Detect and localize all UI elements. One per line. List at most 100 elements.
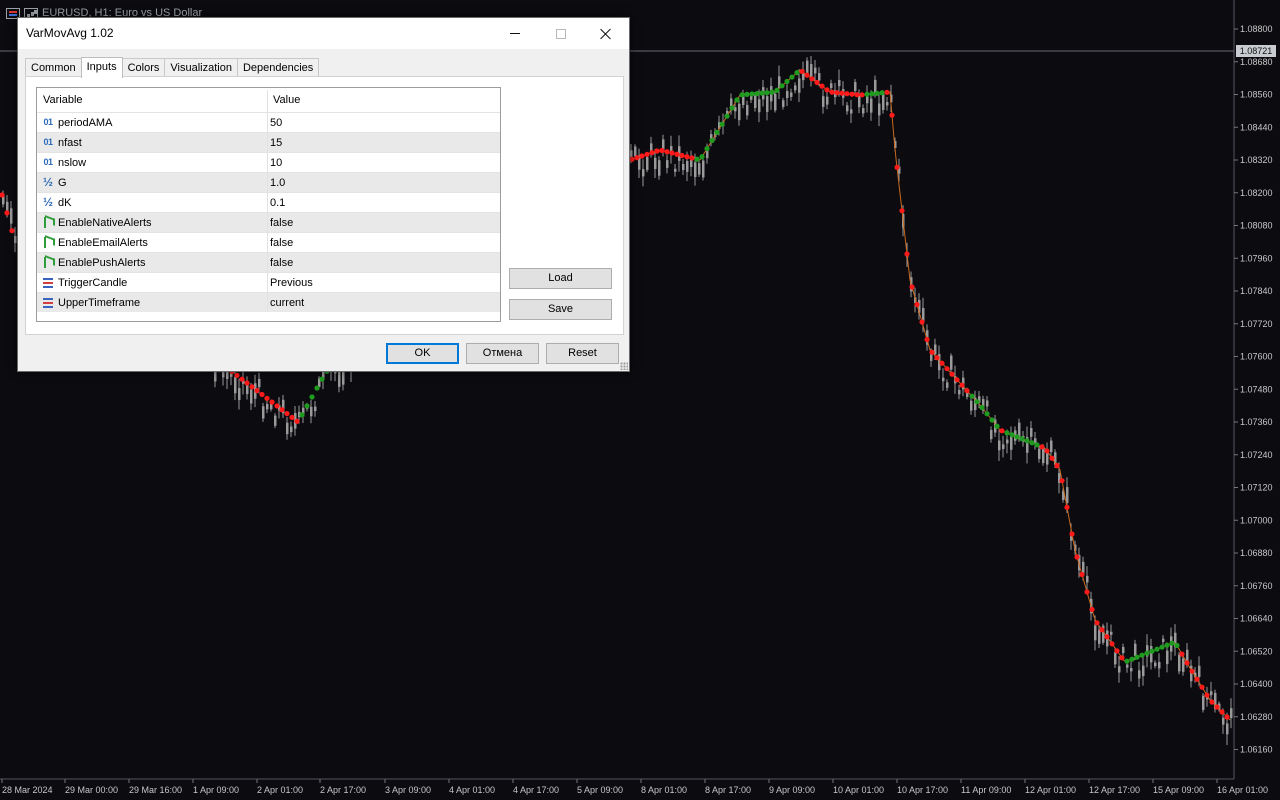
candle-body <box>794 85 797 91</box>
indicator-dot <box>1129 656 1135 662</box>
input-value[interactable]: false <box>270 217 293 229</box>
input-row[interactable]: ½ G 1.0 <box>37 172 500 192</box>
indicator-dot <box>959 382 965 388</box>
bool-flag-icon <box>41 256 55 269</box>
tab-visualization[interactable]: Visualization <box>164 58 238 77</box>
indicator-dot <box>239 376 245 382</box>
candle-body <box>1202 695 1205 710</box>
candle-body <box>1230 708 1233 719</box>
load-button[interactable]: Load <box>509 268 612 289</box>
candle-body <box>738 103 741 121</box>
bool-flag-icon <box>41 216 55 229</box>
input-variable-name: EnableEmailAlerts <box>58 237 148 249</box>
input-value[interactable]: 0.1 <box>270 197 285 209</box>
input-value[interactable]: Previous <box>270 277 313 289</box>
input-value[interactable]: 50 <box>270 117 282 129</box>
candle-body <box>1158 661 1161 669</box>
candle-body <box>1122 646 1125 654</box>
candle-body <box>694 162 697 178</box>
candle-body <box>838 80 841 87</box>
indicator-dot <box>1174 642 1180 649</box>
candle-body <box>806 60 809 74</box>
input-row[interactable]: EnablePushAlerts false <box>37 252 500 272</box>
input-value[interactable]: false <box>270 237 293 249</box>
price-axis-label: 1.06280 <box>1240 712 1273 722</box>
bool-flag-icon <box>41 236 55 249</box>
candle-body <box>310 406 313 417</box>
input-row[interactable]: TriggerCandle Previous <box>37 272 500 292</box>
time-axis-label: 12 Apr 01:00 <box>1025 785 1076 795</box>
input-row[interactable]: EnableEmailAlerts false <box>37 232 500 252</box>
candle-body <box>1138 670 1141 679</box>
indicator-dot <box>9 228 15 234</box>
time-axis-label: 10 Apr 01:00 <box>833 785 884 795</box>
indicator-dot <box>1119 655 1125 661</box>
resize-grip-icon[interactable] <box>620 362 628 370</box>
indicator-dot <box>844 91 850 97</box>
input-value[interactable]: current <box>270 297 304 309</box>
indicator-dot <box>1224 714 1230 720</box>
input-row[interactable]: ½ dK 0.1 <box>37 192 500 212</box>
input-row[interactable]: EnableNativeAlerts false <box>37 212 500 232</box>
close-button[interactable] <box>583 18 629 49</box>
indicator-dot <box>709 137 715 144</box>
terminal-window: 1.08800 1.08680 1.08560 1.08440 1.08320 1.082… <box>0 0 1280 800</box>
indicator-dot <box>739 92 745 98</box>
maximize-icon <box>556 28 566 39</box>
candle-body <box>1030 427 1033 437</box>
input-value[interactable]: 10 <box>270 157 282 169</box>
indicator-dot <box>864 91 870 97</box>
input-row[interactable]: UpperTimeframe current <box>37 292 500 312</box>
time-axis-label: 8 Apr 17:00 <box>705 785 751 795</box>
candle-body <box>1038 448 1041 459</box>
input-value[interactable]: 1.0 <box>270 177 285 189</box>
reset-button[interactable]: Reset <box>546 343 619 364</box>
candle-body <box>886 102 889 106</box>
minimize-button[interactable] <box>492 18 538 49</box>
input-value[interactable]: false <box>270 257 293 269</box>
indicator-dot <box>954 377 960 383</box>
candle-body <box>814 67 817 74</box>
save-button[interactable]: Save <box>509 299 612 320</box>
candle-body <box>1166 650 1169 665</box>
indicator-dot <box>304 403 310 409</box>
price-axis-label: 1.06160 <box>1240 745 1273 755</box>
indicator-dot <box>234 372 240 378</box>
ok-button[interactable]: OK <box>386 343 459 364</box>
tab-common[interactable]: Common <box>25 58 82 77</box>
cancel-button[interactable]: Отмена <box>466 343 539 364</box>
input-value[interactable]: 15 <box>270 137 282 149</box>
indicator-dot <box>859 92 865 98</box>
input-row[interactable]: 01 nfast 15 <box>37 132 500 152</box>
column-divider[interactable] <box>267 90 268 312</box>
candle-body <box>846 105 849 112</box>
candle-body <box>746 104 749 116</box>
indicator-dot <box>849 91 855 97</box>
dialog-titlebar[interactable]: VarMovAvg 1.02 <box>18 18 629 49</box>
candle-body <box>822 96 825 107</box>
indicator-dot <box>924 336 930 343</box>
candle-body <box>930 354 933 361</box>
tab-dependencies[interactable]: Dependencies <box>236 58 320 77</box>
candle-body <box>630 150 633 157</box>
tab-inputs[interactable]: Inputs <box>80 57 123 78</box>
indicator-dot <box>1029 440 1035 446</box>
candle-body <box>970 400 973 411</box>
input-row[interactable]: 01 periodAMA 50 <box>37 112 500 132</box>
candle-body <box>946 382 949 388</box>
candle-body <box>658 160 661 176</box>
input-row[interactable]: 01 nslow 10 <box>37 152 500 172</box>
tab-colors[interactable]: Colors <box>121 58 166 77</box>
candle-body <box>634 146 637 157</box>
indicator-dot <box>1024 438 1030 444</box>
candle-body <box>798 78 801 93</box>
indicator-dot <box>1009 432 1015 438</box>
double-type-icon: ½ <box>42 195 53 209</box>
indicator-dot <box>824 87 830 93</box>
indicator-dot <box>1164 642 1170 648</box>
indicator-dot <box>1159 644 1165 650</box>
column-header-value[interactable]: Value <box>273 94 300 106</box>
indicator-dot <box>809 76 815 82</box>
column-header-variable[interactable]: Variable <box>43 94 83 106</box>
input-variable-name: dK <box>58 197 72 209</box>
